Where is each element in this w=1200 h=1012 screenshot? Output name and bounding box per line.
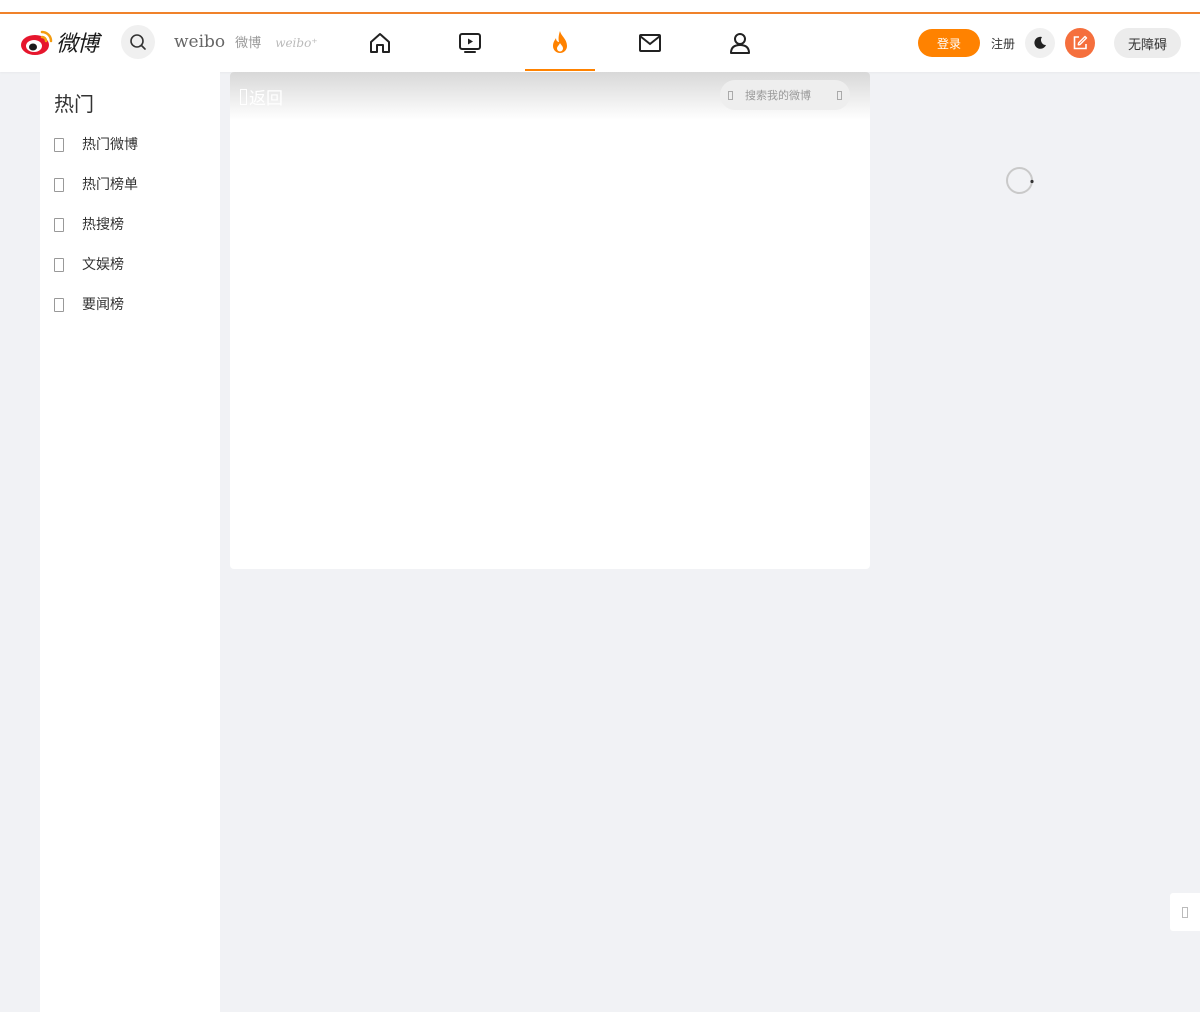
- brand-links: weibo 微博 weibo⁺: [174, 32, 318, 52]
- weibo-logo[interactable]: 微博: [20, 24, 108, 60]
- main-nav: [335, 14, 785, 72]
- theme-toggle-button[interactable]: [1025, 28, 1056, 58]
- search-rank-icon: [54, 218, 64, 232]
- search-button[interactable]: [121, 25, 155, 59]
- back-button[interactable]: 返回: [240, 84, 283, 109]
- clear-icon[interactable]: [837, 90, 842, 100]
- list-icon: [54, 178, 64, 192]
- sidebar-item-entertainment[interactable]: 文娱榜: [54, 252, 124, 276]
- hot-icon: [553, 31, 567, 53]
- brand-cn-text[interactable]: 微博: [235, 32, 261, 51]
- brand-plus-text[interactable]: weibo⁺: [275, 36, 317, 50]
- login-button[interactable]: 登录: [918, 29, 980, 57]
- nav-video[interactable]: [425, 14, 515, 72]
- nav-hot[interactable]: [515, 14, 605, 72]
- arrow-up-icon: [1182, 906, 1188, 918]
- top-nav-bar: 微博 weibo 微博 weibo⁺ 登录 注册 无障碍: [0, 14, 1200, 72]
- brand-weibo-text[interactable]: weibo: [174, 32, 225, 52]
- news-icon: [54, 298, 64, 312]
- search-my-weibo-input[interactable]: 搜索我的微博: [720, 80, 850, 110]
- sidebar-item-label: 热搜榜: [82, 217, 124, 233]
- nav-profile[interactable]: [695, 14, 785, 72]
- weibo-eye-icon: [21, 30, 53, 55]
- moon-icon: [1034, 36, 1047, 49]
- main-content-card: 返回 搜索我的微博: [230, 72, 870, 569]
- sidebar-item-news[interactable]: 要闻榜: [54, 292, 124, 316]
- top-accent-line: [0, 0, 1200, 14]
- logo-text: 微博: [56, 32, 99, 57]
- sidebar-title: 热门: [54, 92, 94, 116]
- sidebar-item-label: 文娱榜: [82, 257, 124, 273]
- accessibility-button[interactable]: 无障碍: [1114, 28, 1181, 58]
- sidebar-item-hot-weibo[interactable]: 热门微博: [54, 132, 138, 156]
- back-to-top-button[interactable]: [1170, 893, 1200, 931]
- left-sidebar: 热门 热门微博 热门榜单 热搜榜 文娱榜 要闻榜: [40, 72, 220, 1012]
- search-icon: [130, 34, 146, 50]
- user-icon: [730, 33, 750, 54]
- fire-icon: [54, 138, 64, 152]
- entertainment-icon: [54, 258, 64, 272]
- sidebar-item-hot-list[interactable]: 热门榜单: [54, 172, 138, 196]
- sidebar-item-label: 要闻榜: [82, 297, 124, 313]
- sidebar-item-label: 热门微博: [82, 137, 138, 153]
- compose-button[interactable]: [1065, 28, 1096, 58]
- sidebar-item-hot-search[interactable]: 热搜榜: [54, 212, 124, 236]
- header-actions: 登录 注册: [918, 26, 1096, 60]
- compose-icon: [1073, 35, 1088, 50]
- back-label: 返回: [249, 89, 283, 109]
- nav-mail[interactable]: [605, 14, 695, 72]
- loading-spinner-icon: [1006, 167, 1034, 194]
- back-arrow-icon: [240, 88, 247, 105]
- mail-icon: [639, 34, 661, 52]
- register-link[interactable]: 注册: [991, 35, 1015, 52]
- home-icon: [370, 33, 390, 53]
- search-icon: [728, 90, 733, 100]
- card-header: 返回 搜索我的微博: [230, 72, 870, 120]
- video-icon: [459, 33, 481, 53]
- nav-home[interactable]: [335, 14, 425, 72]
- search-placeholder: 搜索我的微博: [745, 89, 811, 102]
- sidebar-item-label: 热门榜单: [82, 177, 138, 193]
